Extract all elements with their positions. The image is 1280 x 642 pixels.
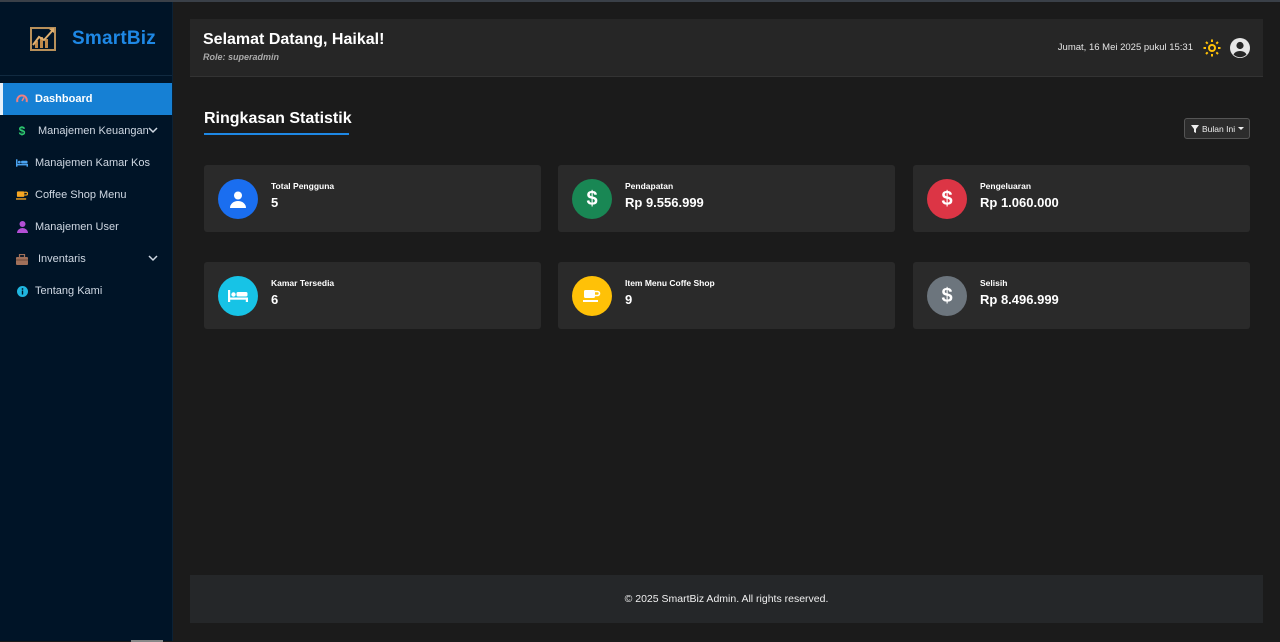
sidebar-item-tentang-kami[interactable]: Tentang Kami <box>0 275 172 307</box>
gauge-icon <box>16 93 28 105</box>
bed-icon <box>218 276 258 316</box>
section-underline <box>204 133 349 135</box>
stat-card-pengeluaran[interactable]: $ Pengeluaran Rp 1.060.000 <box>913 165 1250 232</box>
brand[interactable]: SmartBiz <box>0 2 172 76</box>
filter-icon <box>1191 124 1199 133</box>
sidebar-item-dashboard[interactable]: Dashboard <box>0 83 172 115</box>
info-icon <box>16 285 28 297</box>
sidebar-item-inventaris[interactable]: Inventaris <box>0 243 172 275</box>
stat-label: Pendapatan <box>625 181 674 191</box>
sidebar-item-label: Manajemen User <box>35 221 119 233</box>
stat-label: Item Menu Coffe Shop <box>625 278 715 288</box>
chevron-down-icon[interactable] <box>148 125 158 135</box>
stat-value: Rp 9.556.999 <box>625 195 704 210</box>
bed-icon <box>16 157 28 169</box>
dollar-icon: $ <box>927 276 967 316</box>
window-top-border <box>0 0 1280 2</box>
stat-label: Selisih <box>980 278 1008 288</box>
stat-card-kamar-tersedia[interactable]: Kamar Tersedia 6 <box>204 262 541 329</box>
sidebar-item-label: Coffee Shop Menu <box>35 189 127 201</box>
stat-value: 6 <box>271 292 279 307</box>
stat-value: 9 <box>625 292 633 307</box>
user-circle-icon[interactable] <box>1229 37 1251 59</box>
coffee-icon <box>572 276 612 316</box>
sidebar-item-label: Inventaris <box>38 253 86 265</box>
stat-label: Total Pengguna <box>271 181 335 191</box>
sidebar-item-label: Manajemen Kamar Kos <box>35 157 150 169</box>
sidebar-item-label: Manajemen Keuangan <box>38 125 149 137</box>
dollar-icon: $ <box>572 179 612 219</box>
stat-value: Rp 1.060.000 <box>980 195 1059 210</box>
sidebar-item-label: Dashboard <box>35 93 93 105</box>
sun-icon[interactable] <box>1203 39 1221 57</box>
copyright-text: © 2025 SmartBiz Admin. All rights reserv… <box>624 593 829 605</box>
stat-label: Kamar Tersedia <box>271 278 335 288</box>
sidebar-item-label: Tentang Kami <box>35 285 103 297</box>
sidebar-item-keuangan[interactable]: $ Manajemen Keuangan <box>0 115 172 147</box>
stat-label: Pengeluaran <box>980 181 1032 191</box>
chart-logo-icon <box>30 26 56 51</box>
period-filter-dropdown[interactable]: Bulan Ini <box>1184 118 1250 139</box>
top-header: Selamat Datang, Haikal! Role: superadmin… <box>190 19 1263 77</box>
caret-down-icon <box>1238 127 1245 130</box>
sidebar-item-user[interactable]: Manajemen User <box>0 211 172 243</box>
welcome-title: Selamat Datang, Haikal! <box>203 31 385 48</box>
user-icon <box>16 221 28 233</box>
sidebar-nav: Dashboard $ Manajemen Keuangan Manajemen… <box>0 83 172 307</box>
dollar-icon: $ <box>927 179 967 219</box>
stat-value: 5 <box>271 195 279 210</box>
stat-value: Rp 8.496.999 <box>980 292 1059 307</box>
user-icon <box>218 179 258 219</box>
dollar-icon: $ <box>18 124 26 138</box>
filter-label: Bulan Ini <box>1202 123 1236 134</box>
role-label: Role: superadmin <box>203 52 280 62</box>
coffee-icon <box>16 189 28 201</box>
sidebar-item-kamar-kos[interactable]: Manajemen Kamar Kos <box>0 147 172 179</box>
brand-name: SmartBiz <box>72 27 156 49</box>
sidebar: SmartBiz Dashboard $ Manajemen Keuangan … <box>0 2 173 642</box>
stat-card-selisih[interactable]: $ Selisih Rp 8.496.999 <box>913 262 1250 329</box>
stat-card-total-pengguna[interactable]: Total Pengguna 5 <box>204 165 541 232</box>
footer: © 2025 SmartBiz Admin. All rights reserv… <box>190 575 1263 623</box>
section-title: Ringkasan Statistik <box>204 110 352 127</box>
chevron-down-icon[interactable] <box>148 253 158 263</box>
sidebar-item-coffee-shop[interactable]: Coffee Shop Menu <box>0 179 172 211</box>
stat-card-item-menu[interactable]: Item Menu Coffe Shop 9 <box>558 262 895 329</box>
datetime-label: Jumat, 16 Mei 2025 pukul 15:31 <box>1057 42 1193 53</box>
stat-card-pendapatan[interactable]: $ Pendapatan Rp 9.556.999 <box>558 165 895 232</box>
box-icon <box>16 253 28 265</box>
